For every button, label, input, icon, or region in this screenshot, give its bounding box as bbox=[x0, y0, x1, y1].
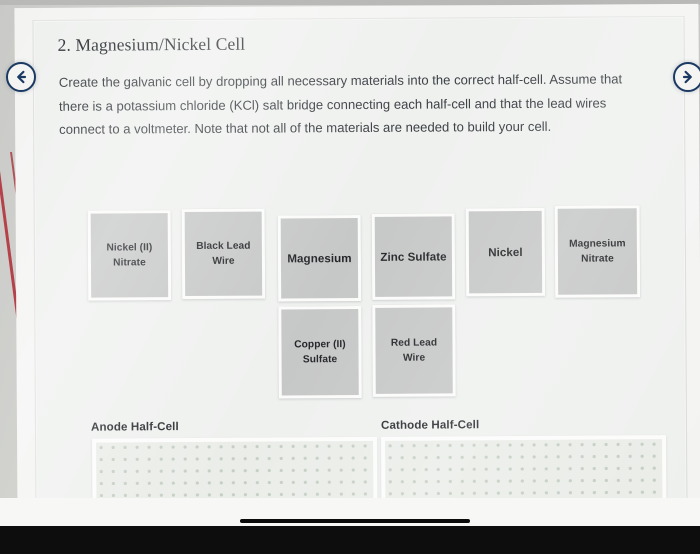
material-tile[interactable]: Copper (II) Sulfate bbox=[278, 305, 362, 399]
material-tile[interactable]: Magnesium Nitrate bbox=[554, 205, 641, 298]
photographed-screen-scene: 2. Magnesium/Nickel Cell Create the galv… bbox=[0, 0, 700, 554]
device-bottom-bezel bbox=[0, 526, 700, 554]
material-tile[interactable]: Nickel bbox=[465, 207, 546, 297]
material-tile[interactable]: Zinc Sulfate bbox=[371, 213, 456, 300]
arrow-right-icon bbox=[682, 70, 692, 84]
tablet-screen: 2. Magnesium/Nickel Cell Create the galv… bbox=[14, 3, 700, 531]
material-tile[interactable]: Nickel (II) Nitrate bbox=[87, 210, 172, 301]
page-title: 2. Magnesium/Nickel Cell bbox=[57, 33, 246, 55]
material-tile[interactable]: Black Lead Wire bbox=[181, 208, 266, 300]
material-tile-label: Nickel bbox=[488, 245, 523, 259]
anode-half-cell-label: Anode Half-Cell bbox=[90, 420, 179, 434]
material-tile-label: Copper (II) Sulfate bbox=[294, 339, 346, 366]
instructions-text: Create the galvanic cell by dropping all… bbox=[58, 71, 623, 137]
previous-question-button[interactable] bbox=[6, 62, 36, 92]
material-tile-label: Red Lead Wire bbox=[390, 337, 438, 364]
arrow-left-icon bbox=[17, 70, 27, 84]
material-tile-label: Zinc Sulfate bbox=[380, 249, 447, 264]
material-tile-label: Nickel (II) Nitrate bbox=[106, 242, 153, 269]
question-card: 2. Magnesium/Nickel Cell Create the galv… bbox=[32, 16, 688, 531]
materials-tray: Nickel (II) Nitrate Black Lead Wire Magnes… bbox=[33, 17, 683, 399]
material-tile[interactable]: Magnesium bbox=[277, 214, 362, 302]
next-question-button[interactable] bbox=[673, 62, 700, 92]
material-tile-label: Magnesium bbox=[287, 251, 352, 265]
material-tile-label: Black Lead Wire bbox=[196, 240, 251, 267]
home-indicator[interactable] bbox=[240, 519, 470, 523]
cathode-half-cell-label: Cathode Half-Cell bbox=[380, 418, 480, 432]
material-tile-label: Magnesium Nitrate bbox=[569, 238, 626, 265]
material-tile[interactable]: Red Lead Wire bbox=[372, 304, 456, 397]
